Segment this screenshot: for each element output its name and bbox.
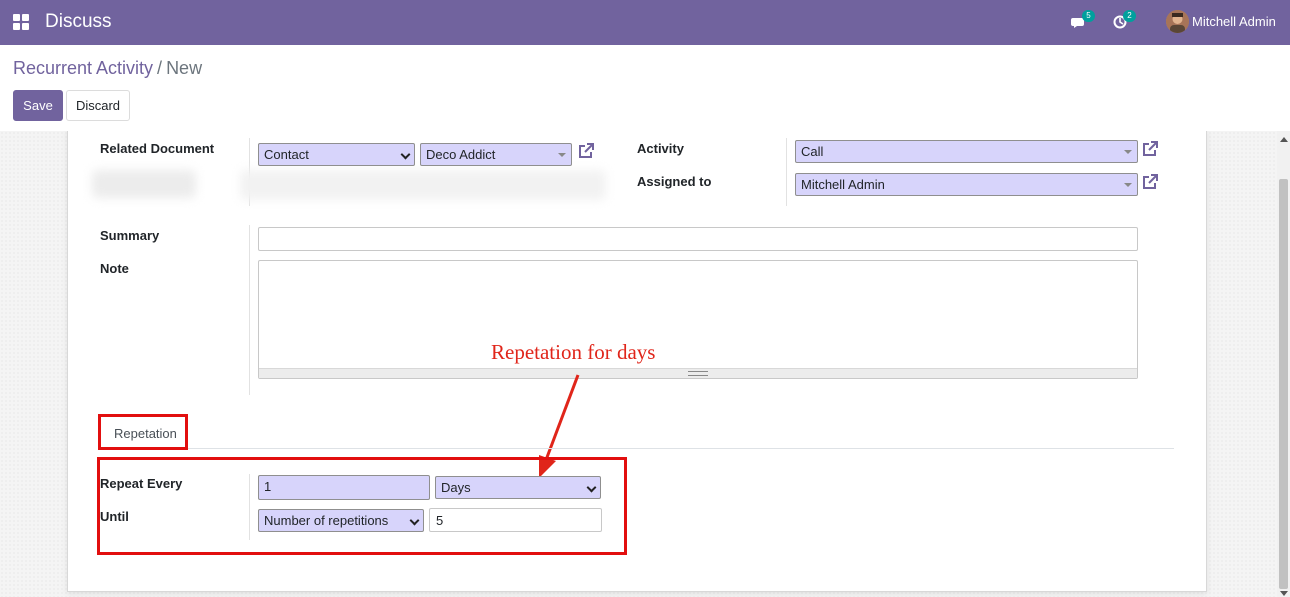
annotation-text: Repetation for days: [491, 340, 656, 364]
until-count-input[interactable]: 5: [429, 508, 602, 532]
blurred-field-label: [92, 170, 196, 198]
assigned-to-select[interactable]: Mitchell Admin: [795, 173, 1138, 196]
assigned-to-label: Assigned to: [637, 174, 712, 189]
activity-label: Activity: [637, 141, 684, 156]
tab-repetation[interactable]: Repetation: [98, 414, 188, 450]
scrollbar-thumb[interactable]: [1279, 179, 1288, 589]
scroll-down-icon[interactable]: [1280, 591, 1288, 596]
caret-down-icon: [1124, 150, 1132, 154]
external-link-icon[interactable]: [1141, 173, 1159, 191]
separator: [786, 138, 787, 206]
related-record-select[interactable]: Deco Addict: [420, 143, 572, 166]
vertical-scrollbar[interactable]: [1277, 131, 1290, 597]
related-model-select[interactable]: Contact: [258, 143, 415, 166]
until-type-value: Number of repetitions: [264, 513, 389, 528]
repeat-every-label: Repeat Every: [100, 476, 183, 491]
save-button[interactable]: Save: [13, 90, 63, 121]
chevron-down-icon: [409, 515, 420, 526]
until-label: Until: [100, 509, 129, 524]
activity-select[interactable]: Call: [795, 140, 1138, 163]
note-label: Note: [100, 261, 129, 276]
app-menu-icon[interactable]: [13, 14, 29, 30]
repeat-unit-select[interactable]: Days: [435, 476, 601, 499]
assigned-to-value: Mitchell Admin: [801, 177, 885, 192]
separator: [249, 225, 250, 395]
discard-button[interactable]: Discard: [66, 90, 130, 121]
repeat-unit-value: Days: [441, 480, 471, 495]
form-sheet: Related Document Contact Deco Addict Act…: [67, 131, 1207, 592]
chevron-down-icon: [586, 482, 597, 493]
resize-handle[interactable]: [259, 368, 1137, 378]
caret-down-icon: [558, 153, 566, 157]
top-navbar: Discuss 5 2 Mitchell Admin: [0, 0, 1290, 45]
separator: [249, 474, 250, 540]
user-avatar[interactable]: [1166, 10, 1189, 33]
chevron-down-icon: [400, 149, 411, 160]
user-name[interactable]: Mitchell Admin: [1192, 14, 1276, 29]
repeat-every-value: 1: [264, 479, 272, 494]
tab-label: Repetation: [114, 426, 177, 441]
external-link-icon[interactable]: [577, 142, 595, 160]
grip-icon: [688, 371, 708, 376]
caret-down-icon: [1124, 183, 1132, 187]
summary-label: Summary: [100, 228, 160, 243]
app-title[interactable]: Discuss: [45, 11, 112, 33]
form-view-background: Related Document Contact Deco Addict Act…: [0, 131, 1290, 597]
related-document-label: Related Document: [100, 141, 215, 156]
scroll-up-icon[interactable]: [1280, 137, 1288, 142]
repeat-every-input[interactable]: 1: [258, 475, 430, 500]
tab-divider: [188, 448, 1174, 449]
breadcrumb: Recurrent Activity / New: [13, 58, 202, 79]
breadcrumb-parent[interactable]: Recurrent Activity: [13, 58, 153, 78]
external-link-icon[interactable]: [1141, 140, 1159, 158]
messages-icon[interactable]: 5: [1071, 10, 1095, 30]
blurred-field-value: [240, 170, 606, 200]
breadcrumb-current: New: [166, 58, 203, 78]
related-model-value: Contact: [264, 147, 309, 162]
summary-input[interactable]: [258, 227, 1138, 251]
activities-icon[interactable]: 2: [1112, 10, 1136, 30]
annotation-highlight-box: [97, 457, 627, 555]
messages-badge: 5: [1082, 10, 1095, 22]
breadcrumb-separator: /: [157, 58, 163, 78]
note-editor[interactable]: [258, 260, 1138, 379]
related-record-value: Deco Addict: [426, 147, 496, 162]
activity-value: Call: [801, 144, 824, 159]
until-type-select[interactable]: Number of repetitions: [258, 509, 424, 532]
activities-badge: 2: [1123, 10, 1136, 22]
